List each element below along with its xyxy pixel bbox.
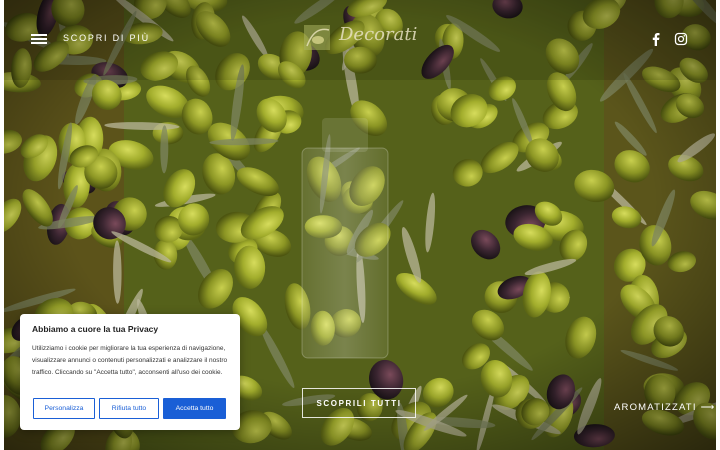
facebook-icon[interactable] [649,32,663,46]
scoprili-tutti-button[interactable]: SCOPRILI TUTTI [302,388,416,418]
cookie-title: Abbiamo a cuore la tua Privacy [32,324,159,334]
reject-all-button[interactable]: Rifiuta tutto [99,398,159,419]
arrow-right-icon: ⟶ [700,402,716,413]
instagram-icon[interactable] [674,32,688,46]
menu-icon[interactable] [31,34,47,44]
cookie-consent-banner: Abbiamo a cuore la tua Privacy Utilizzia… [20,314,240,430]
menu-label[interactable]: SCOPRI DI PIÙ [63,33,150,43]
top-navigation: SCOPRI DI PIÙ Decorati [4,0,716,80]
logo-wordmark: Decorati [339,24,418,45]
aromatizzati-link[interactable]: AROMATIZZATI ⟶ [614,402,715,413]
customize-button[interactable]: Personalizza [33,398,95,419]
cookie-actions: Personalizza Rifiuta tutto Accetta tutto [33,398,229,419]
accept-all-button[interactable]: Accetta tutto [163,398,226,419]
brand-logo[interactable]: Decorati [303,24,423,54]
aromatizzati-label: AROMATIZZATI [614,402,697,413]
cookie-description: Utilizziamo i cookie per migliorare la t… [32,345,228,376]
logo-emblem-icon [304,25,330,50]
